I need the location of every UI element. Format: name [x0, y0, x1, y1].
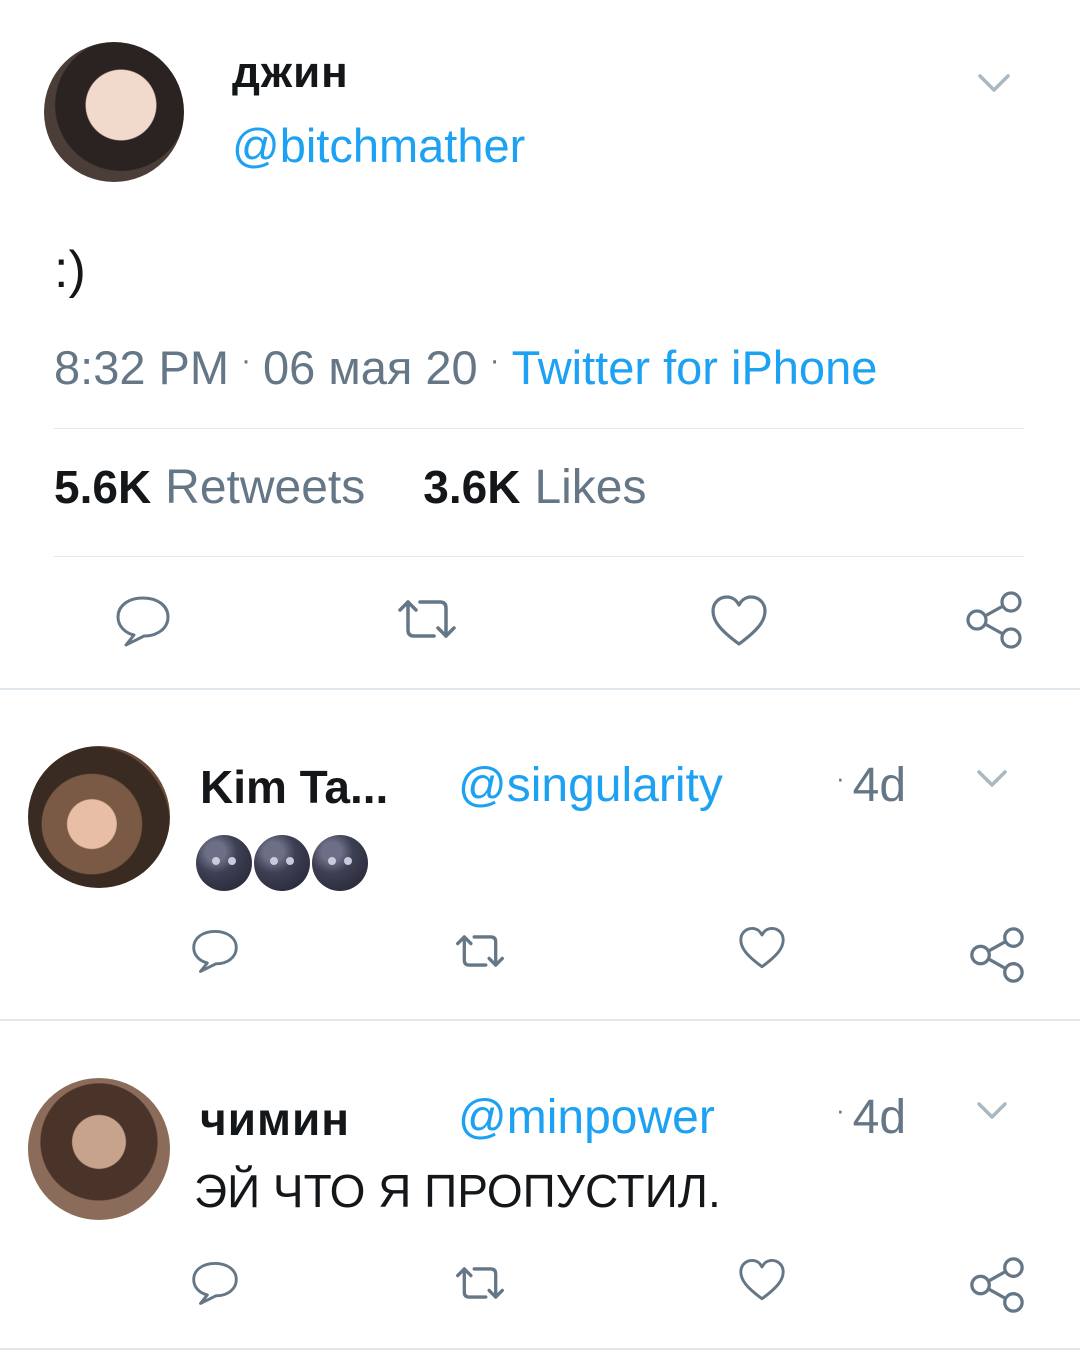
- likes-label[interactable]: Likes: [534, 460, 646, 515]
- author-handle[interactable]: @bitchmather: [232, 118, 525, 173]
- separator-dot: ·: [241, 344, 252, 377]
- tweet-text: :): [54, 241, 86, 299]
- author-avatar[interactable]: [44, 42, 184, 182]
- retweets-label[interactable]: Retweets: [165, 460, 365, 515]
- chevron-down-icon[interactable]: [974, 1092, 1010, 1128]
- heart-icon[interactable]: [710, 594, 768, 648]
- chevron-down-icon[interactable]: [974, 760, 1010, 796]
- new-moon-face-icon: [254, 834, 310, 891]
- avatar[interactable]: [28, 1078, 170, 1220]
- reply-author-handle[interactable]: @minpower: [458, 1090, 715, 1145]
- tweet-source-link[interactable]: Twitter for iPhone: [512, 340, 878, 395]
- reply-author-name[interactable]: Kim Ta...: [200, 760, 388, 814]
- tweet-stats: 5.6K Retweets 3.6K Likes: [54, 460, 705, 515]
- reply-bubble-icon[interactable]: [190, 1260, 240, 1306]
- reply-text: ЭЙ ЧТО Я ПРОПУСТИЛ.: [194, 1165, 721, 1217]
- avatar[interactable]: [28, 746, 170, 888]
- tweet-meta: 8:32 PM · 06 мая 20 · Twitter for iPhone: [54, 340, 877, 395]
- separator-dot: ·: [489, 344, 500, 377]
- reply-timestamp: · 4d: [836, 1091, 907, 1144]
- tweet-time: 8:32 PM: [54, 341, 230, 394]
- new-moon-face-icon: [312, 834, 368, 891]
- heart-icon[interactable]: [738, 926, 786, 970]
- divider: [54, 556, 1024, 557]
- retweet-icon[interactable]: [396, 596, 458, 642]
- chevron-down-icon[interactable]: [974, 62, 1014, 102]
- reply-bubble-icon[interactable]: [114, 594, 172, 648]
- reply-text: [196, 832, 370, 891]
- section-divider: [0, 1019, 1080, 1021]
- divider: [54, 428, 1024, 429]
- heart-icon[interactable]: [738, 1258, 786, 1302]
- author-name[interactable]: джин: [232, 48, 349, 98]
- likes-count[interactable]: 3.6K: [423, 460, 520, 514]
- share-icon[interactable]: [964, 590, 1024, 650]
- tweet-date: 06 мая 20: [263, 341, 478, 394]
- new-moon-face-icon: [196, 834, 252, 891]
- retweets-count[interactable]: 5.6K: [54, 460, 151, 514]
- retweet-icon[interactable]: [454, 932, 506, 970]
- share-icon[interactable]: [968, 926, 1026, 984]
- reply-author-handle[interactable]: @singularity: [458, 758, 723, 813]
- reply-bubble-icon[interactable]: [190, 928, 240, 974]
- reply-author-name[interactable]: чимин: [200, 1092, 350, 1146]
- reply-timestamp: · 4d: [836, 759, 907, 812]
- share-icon[interactable]: [968, 1256, 1026, 1314]
- retweet-icon[interactable]: [454, 1264, 506, 1302]
- section-divider: [0, 688, 1080, 690]
- section-divider: [0, 1348, 1080, 1350]
